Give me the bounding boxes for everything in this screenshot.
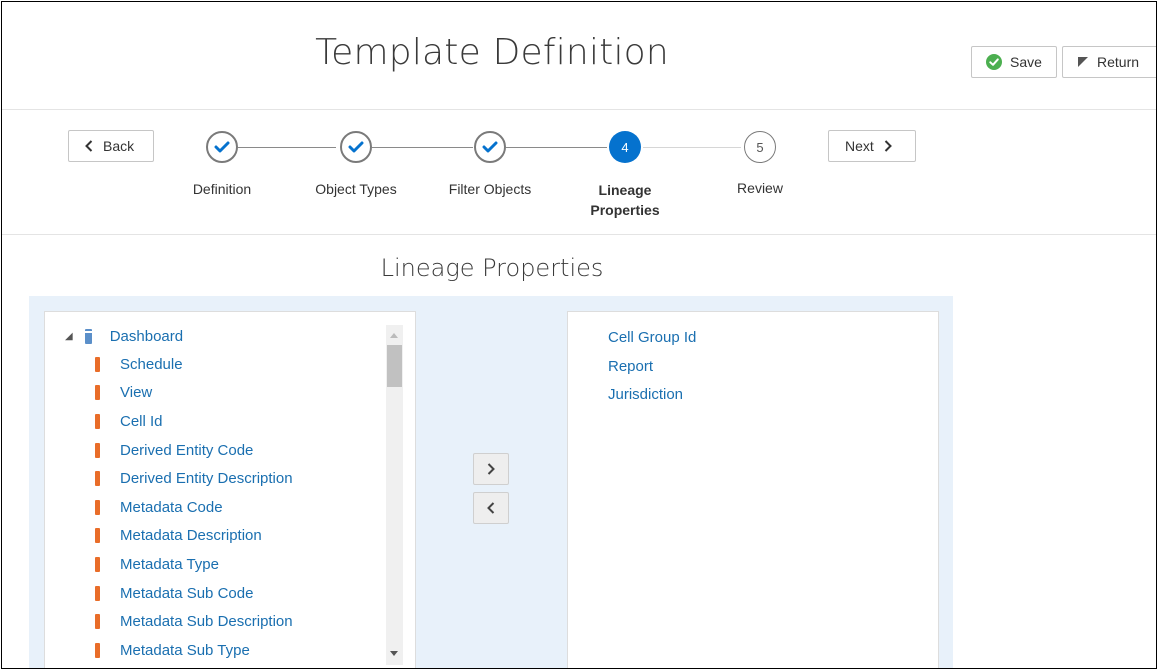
train-connector-1-2 [238, 147, 336, 148]
vertical-scrollbar[interactable] [386, 325, 403, 665]
list-item[interactable]: Schedule [95, 350, 293, 379]
attribute-icon [95, 471, 100, 487]
selected-items: Cell Group Id Report Jurisdiction [608, 328, 696, 414]
attribute-icon [95, 413, 100, 429]
next-label: Next [845, 138, 874, 154]
train-connector-4-5 [643, 147, 741, 148]
train-stop-object-types[interactable] [340, 131, 372, 163]
attribute-icon [95, 614, 100, 630]
list-item[interactable]: Derived Entity Description [95, 464, 293, 493]
step-number: 4 [621, 139, 629, 155]
tree-root-dashboard[interactable]: ◢ Dashboard [65, 328, 183, 345]
page-title: Template Definition [315, 32, 669, 73]
list-item[interactable]: Metadata Type [95, 550, 293, 579]
train-divider [2, 234, 1156, 235]
list-item-label: Metadata Sub Description [120, 613, 293, 631]
save-button[interactable]: Save [971, 46, 1057, 78]
selected-item[interactable]: Cell Group Id [608, 328, 696, 357]
attribute-icon [95, 356, 100, 372]
train-stop-review[interactable]: 5 [744, 131, 776, 163]
collapse-triangle-icon[interactable]: ◢ [65, 331, 73, 342]
list-item-label: Metadata Code [120, 498, 223, 516]
list-item-label: Derived Entity Description [120, 470, 293, 488]
tree-root-label: Dashboard [109, 328, 184, 345]
list-item[interactable]: Metadata Code [95, 493, 293, 522]
train-stop-lineage-properties[interactable]: 4 [609, 131, 641, 163]
chevron-right-icon [884, 140, 892, 152]
list-item-label: Metadata Type [120, 555, 219, 573]
attribute-icon [95, 585, 100, 601]
page-frame: Template Definition Save Return Back 4 5… [1, 1, 1157, 669]
back-label: Back [103, 138, 135, 154]
attribute-icon [95, 499, 100, 515]
return-button[interactable]: Return [1062, 46, 1156, 78]
move-left-button[interactable] [473, 492, 509, 524]
step-label-lineage-properties: Lineage Properties [590, 182, 660, 218]
list-item-label: Metadata Description [120, 527, 262, 545]
check-icon [348, 141, 364, 153]
scroll-up-arrow-icon[interactable] [390, 333, 398, 338]
selected-item[interactable]: Jurisdiction [608, 385, 696, 414]
list-item[interactable]: Cell Id [95, 407, 293, 436]
train-stop-filter-objects[interactable] [474, 131, 506, 163]
step-number: 5 [756, 139, 764, 155]
next-button[interactable]: Next [828, 130, 916, 162]
list-item-label: Schedule [120, 355, 183, 373]
train-connector-3-4 [506, 147, 607, 148]
return-label: Return [1097, 54, 1140, 70]
available-items: Schedule View Cell Id Derived Entity Cod… [95, 350, 293, 665]
attribute-icon [95, 442, 100, 458]
train-connector-2-3 [372, 147, 473, 148]
step-label-review: Review [737, 180, 783, 196]
selected-item[interactable]: Report [608, 357, 696, 386]
attribute-icon [95, 556, 100, 572]
list-item-label: Metadata Sub Type [120, 641, 250, 659]
list-item[interactable]: Metadata Sub Description [95, 607, 293, 636]
move-right-button[interactable] [473, 453, 509, 485]
header-divider [2, 109, 1156, 110]
chevron-left-icon [487, 502, 495, 514]
check-icon [482, 141, 498, 153]
step-label-filter-objects: Filter Objects [448, 181, 532, 197]
scroll-thumb[interactable] [387, 345, 402, 387]
back-button[interactable]: Back [68, 130, 154, 162]
list-item[interactable]: Metadata Sub Type [95, 636, 293, 665]
section-title: Lineage Properties [380, 254, 604, 282]
list-item[interactable]: Metadata Sub Code [95, 579, 293, 608]
save-label: Save [1010, 54, 1042, 70]
dashboard-icon [84, 329, 92, 344]
scroll-down-arrow-icon[interactable] [390, 651, 398, 656]
list-item[interactable]: Derived Entity Code [95, 436, 293, 465]
available-list[interactable]: ◢ Dashboard Schedule View Cell Id Derive… [44, 311, 416, 668]
attribute-icon [95, 642, 100, 658]
attribute-icon [95, 528, 100, 544]
check-circle-icon [986, 54, 1002, 70]
list-item-label: View [120, 384, 153, 402]
list-item-label: Metadata Sub Code [120, 584, 254, 602]
chevron-left-icon [85, 140, 93, 152]
list-item-label: Derived Entity Code [120, 441, 254, 459]
list-item[interactable]: View [95, 379, 293, 408]
step-label-object-types: Object Types [315, 181, 397, 197]
check-icon [214, 141, 230, 153]
step-label-definition: Definition [192, 181, 252, 197]
selected-list[interactable]: Cell Group Id Report Jurisdiction [567, 311, 939, 668]
train-stop-definition[interactable] [206, 131, 238, 163]
chevron-right-icon [487, 463, 495, 475]
list-item[interactable]: Metadata Description [95, 522, 293, 551]
list-item-label: Cell Id [120, 412, 163, 430]
attribute-icon [95, 385, 100, 401]
return-arrow-icon [1078, 57, 1088, 67]
